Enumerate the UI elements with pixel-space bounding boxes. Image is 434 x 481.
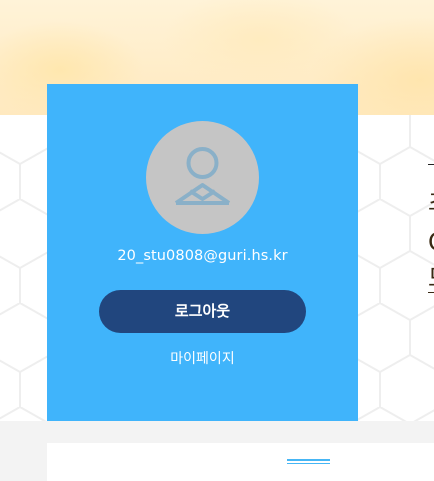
user-email: 20_stu0808@guri.hs.kr (117, 248, 288, 264)
logout-button[interactable]: 로그아웃 (99, 290, 306, 333)
mypage-link[interactable]: 마이페이지 (47, 348, 358, 368)
right-divider (428, 164, 434, 165)
active-tab-indicator (287, 459, 330, 464)
bottom-content-card (47, 443, 434, 481)
right-heading-line-1: 초 (428, 187, 434, 217)
user-silhouette-icon (174, 147, 231, 205)
avatar (146, 121, 259, 234)
login-profile-card: 20_stu0808@guri.hs.kr 로그아웃 마이페이지 (47, 84, 358, 421)
right-heading-line-3: 모 (428, 263, 434, 293)
right-text-underline (428, 292, 434, 293)
right-heading-line-2: O (428, 227, 434, 257)
